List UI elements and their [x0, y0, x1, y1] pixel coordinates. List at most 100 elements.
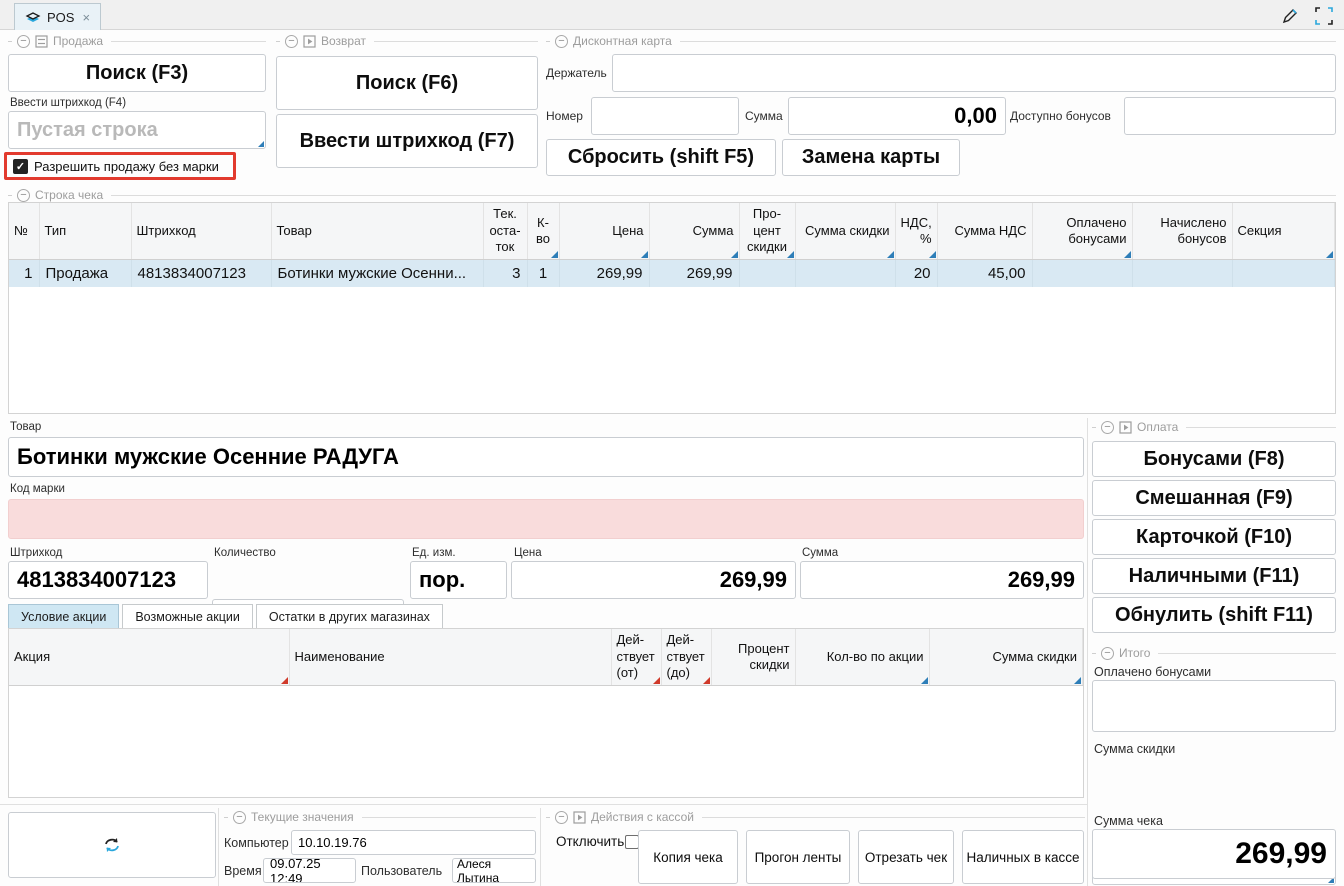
barcode-field[interactable]: 4813834007123: [8, 561, 208, 599]
pay-bonus-button[interactable]: Бонусами (F8): [1092, 441, 1336, 477]
col-qty[interactable]: К- во: [527, 203, 559, 259]
paid-bonus-total-input[interactable]: [1092, 680, 1336, 732]
cell-section: [1232, 259, 1335, 287]
divider: [218, 808, 219, 886]
card-amount-label: Сумма: [745, 109, 783, 123]
cell-paid-bonus: [1032, 259, 1132, 287]
cell-stock: 3: [483, 259, 527, 287]
collapse-icon[interactable]: −: [285, 35, 298, 48]
col-promo-discount-sum[interactable]: Сумма скидки: [929, 629, 1083, 685]
col-promo-discount-pct[interactable]: Процент скидки: [711, 629, 795, 685]
refresh-icon: [102, 836, 122, 854]
col-price[interactable]: Цена: [559, 203, 649, 259]
col-accrued-bonus[interactable]: Начислено бонусов: [1132, 203, 1232, 259]
list-icon: [35, 35, 48, 48]
panel-title: Строка чека: [35, 188, 103, 202]
available-bonus-input[interactable]: [1124, 97, 1336, 135]
col-vat-sum[interactable]: Сумма НДС: [937, 203, 1032, 259]
divider: [1087, 418, 1088, 886]
panel-title: Текущие значения: [251, 810, 354, 824]
card-replace-button[interactable]: Замена карты: [782, 139, 960, 176]
col-paid-bonus[interactable]: Оплачено бонусами: [1032, 203, 1132, 259]
collapse-icon[interactable]: −: [1101, 647, 1114, 660]
tab-close-icon[interactable]: ×: [82, 10, 90, 25]
col-promo-qty[interactable]: Кол-во по акции: [795, 629, 929, 685]
col-promo[interactable]: Акция: [9, 629, 289, 685]
tab-promo-conditions[interactable]: Условие акции: [8, 604, 119, 628]
col-valid-to[interactable]: Дей- ствует (до): [661, 629, 711, 685]
card-number-input[interactable]: [591, 97, 739, 135]
pay-card-button[interactable]: Карточкой (F10): [1092, 519, 1336, 555]
panel-receipt-line: − Строка чека: [8, 188, 1336, 202]
holder-input[interactable]: [612, 54, 1336, 92]
return-search-button[interactable]: Поиск (F6): [276, 56, 538, 110]
qty-field-label: Количество: [214, 547, 276, 559]
collapse-icon[interactable]: −: [1101, 421, 1114, 434]
cell-vat-sum: 45,00: [937, 259, 1032, 287]
col-sum[interactable]: Сумма: [649, 203, 739, 259]
receipt-total-value: 269,99: [1092, 829, 1336, 879]
pay-cash-button[interactable]: Наличными (F11): [1092, 558, 1336, 594]
panel-return: − Возврат: [276, 34, 538, 48]
collapse-icon[interactable]: −: [17, 35, 30, 48]
cell-discount-sum: [795, 259, 895, 287]
edit-pencil-icon[interactable]: [1280, 6, 1300, 26]
pay-reset-button[interactable]: Обнулить (shift F11): [1092, 597, 1336, 633]
holder-label: Держатель: [546, 66, 607, 80]
product-name-input[interactable]: Ботинки мужские Осенние РАДУГА: [8, 437, 1084, 477]
play-icon: [1119, 421, 1132, 434]
col-type[interactable]: Тип: [39, 203, 131, 259]
panel-title: Продажа: [53, 34, 103, 48]
refresh-button[interactable]: [8, 812, 216, 878]
cell-price: 269,99: [559, 259, 649, 287]
col-discount-pct[interactable]: Про- цент скидки: [739, 203, 795, 259]
collapse-icon[interactable]: −: [555, 811, 568, 824]
collapse-icon[interactable]: −: [555, 35, 568, 48]
panel-discount-card-header: − Дисконтная карта: [546, 34, 1336, 48]
mark-code-input[interactable]: [8, 499, 1084, 539]
pay-mixed-button[interactable]: Смешанная (F9): [1092, 480, 1336, 516]
no-mark-highlight: Разрешить продажу без марки: [4, 152, 236, 180]
pos-window: POS × − Продажа: [0, 0, 1344, 886]
fullscreen-icon[interactable]: [1314, 6, 1334, 26]
panel-totals-header: − Итого: [1092, 646, 1336, 660]
tab-promo-possible[interactable]: Возможные акции: [122, 604, 253, 628]
no-mark-checkbox-label: Разрешить продажу без марки: [34, 159, 219, 174]
col-product[interactable]: Товар: [271, 203, 483, 259]
computer-value[interactable]: 10.10.19.76: [291, 830, 536, 855]
col-stock[interactable]: Тек. оста- ток: [483, 203, 527, 259]
time-value[interactable]: 09.07.25 12:49: [263, 858, 356, 883]
sum-field[interactable]: 269,99: [800, 561, 1084, 599]
unit-field[interactable]: пор.: [410, 561, 507, 599]
collapse-icon[interactable]: −: [17, 189, 30, 202]
user-value[interactable]: Алеся Лытина: [452, 858, 536, 883]
price-field[interactable]: 269,99: [511, 561, 796, 599]
tab-pos[interactable]: POS ×: [14, 3, 101, 30]
no-mark-checkbox[interactable]: [13, 159, 28, 174]
cell-vat: 20: [895, 259, 937, 287]
promo-tabs: Условие акции Возможные акции Остатки в …: [8, 604, 446, 628]
collapse-icon[interactable]: −: [233, 811, 246, 824]
cut-receipt-button[interactable]: Отрезать чек: [858, 830, 954, 884]
col-number[interactable]: №: [9, 203, 39, 259]
feed-tape-button[interactable]: Прогон ленты: [746, 830, 850, 884]
sale-barcode-input[interactable]: Пустая строка: [8, 111, 266, 149]
receipt-row-selected[interactable]: 1 Продажа 4813834007123 Ботинки мужские …: [9, 259, 1335, 287]
panel-title: Возврат: [321, 34, 366, 48]
col-discount-sum[interactable]: Сумма скидки: [795, 203, 895, 259]
col-vat[interactable]: НДС, %: [895, 203, 937, 259]
receipt-copy-button[interactable]: Копия чека: [638, 830, 738, 884]
panel-current-values: − Текущие значения: [224, 810, 536, 824]
sale-barcode-placeholder: Пустая строка: [17, 119, 158, 142]
col-section[interactable]: Секция: [1232, 203, 1335, 259]
card-reset-button[interactable]: Сбросить (shift F5): [546, 139, 776, 176]
return-barcode-button[interactable]: Ввести штрихкод (F7): [276, 114, 538, 168]
col-valid-from[interactable]: Дей- ствует (от): [611, 629, 661, 685]
tab-other-stores-stock[interactable]: Остатки в других магазинах: [256, 604, 443, 628]
card-amount-input[interactable]: 0,00: [788, 97, 1006, 135]
col-promo-name[interactable]: Наименование: [289, 629, 611, 685]
cash-in-drawer-button[interactable]: Наличных в кассе: [962, 830, 1084, 884]
col-barcode[interactable]: Штрихкод: [131, 203, 271, 259]
sale-search-button[interactable]: Поиск (F3): [8, 54, 266, 92]
panel-title: Действия с кассой: [591, 810, 694, 824]
